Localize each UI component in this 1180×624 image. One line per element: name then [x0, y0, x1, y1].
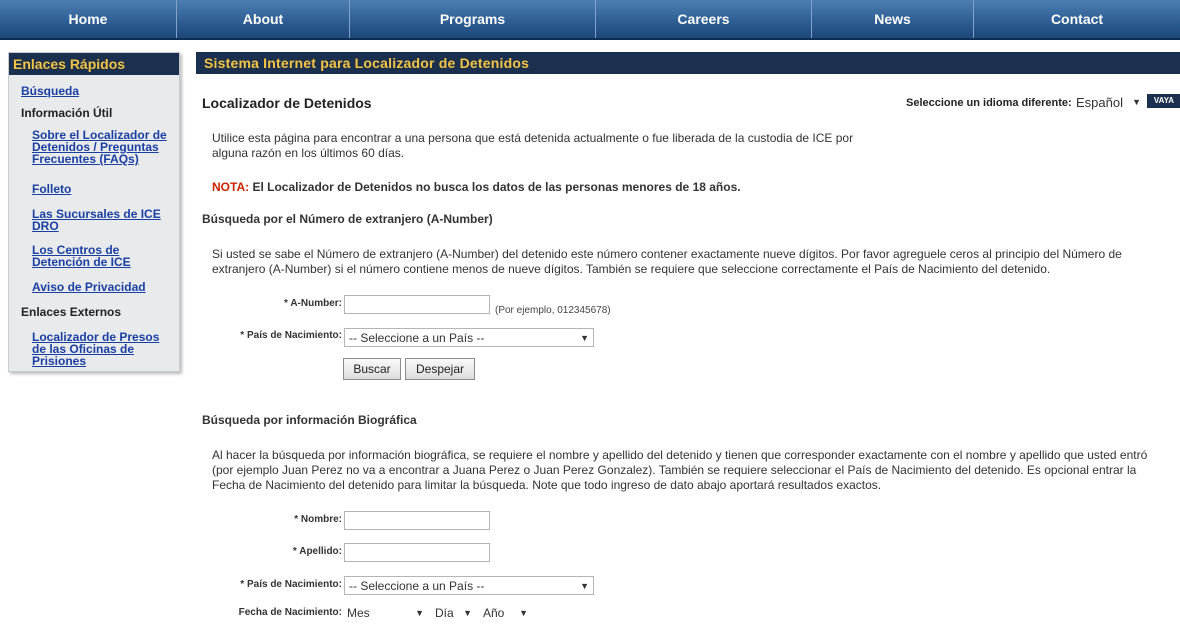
- language-select-value: Español: [1076, 94, 1123, 110]
- bio-country-label: * País de Nacimiento:: [240, 579, 342, 590]
- anumber-description: Si usted se sabe el Número de extranjero…: [212, 247, 1122, 276]
- first-name-label: * Nombre:: [294, 514, 342, 525]
- dob-day-value: Día: [435, 606, 454, 620]
- dob-day-select[interactable]: Día ▼: [432, 604, 476, 622]
- sidebar-quick-links: Enlaces Rápidos Búsqueda Información Úti…: [8, 52, 180, 372]
- sidebar-heading-external: Enlaces Externos: [21, 305, 122, 319]
- anumber-country-select[interactable]: -- Seleccione a un País -- ▼: [344, 328, 594, 347]
- chevron-down-icon: ▼: [463, 608, 472, 618]
- anumber-example: (Por ejemplo, 012345678): [495, 305, 611, 316]
- page-title: Localizador de Detenidos: [202, 95, 372, 111]
- dob-month-select[interactable]: Mes ▼: [344, 604, 428, 622]
- sidebar-title: Enlaces Rápidos: [9, 53, 179, 75]
- dob-month-value: Mes: [347, 606, 370, 620]
- main-header-bar: Sistema Internet para Localizador de Det…: [196, 52, 1180, 74]
- nav-home[interactable]: Home: [0, 0, 177, 38]
- nav-contact[interactable]: Contact: [974, 0, 1180, 38]
- sidebar-link-faqs[interactable]: Sobre el Localizador de Detenidos / Preg…: [32, 129, 172, 165]
- bio-section-title: Búsqueda por información Biográfica: [202, 413, 417, 427]
- sidebar-link-sucursales[interactable]: Las Sucursales de ICE DRO: [32, 208, 172, 232]
- sidebar-heading-info: Información Útil: [21, 106, 113, 120]
- chevron-down-icon: ▼: [580, 580, 589, 591]
- chevron-down-icon: ▼: [1132, 97, 1141, 107]
- anumber-country-label: * País de Nacimiento:: [240, 330, 342, 341]
- sidebar-link-busqueda[interactable]: Búsqueda: [21, 84, 79, 98]
- anumber-section-title: Búsqueda por el Número de extranjero (A-…: [202, 212, 493, 226]
- dob-year-value: Año: [483, 606, 505, 620]
- first-name-input[interactable]: [344, 511, 490, 530]
- sidebar-link-centros[interactable]: Los Centros de Detención de ICE: [32, 244, 172, 268]
- anumber-input[interactable]: [344, 295, 490, 314]
- sidebar-link-privacidad[interactable]: Aviso de Privacidad: [32, 281, 172, 293]
- chevron-down-icon: ▼: [415, 608, 424, 618]
- chevron-down-icon: ▼: [519, 608, 528, 618]
- note-text: NOTA: El Localizador de Detenidos no bus…: [212, 180, 741, 194]
- search-button[interactable]: Buscar: [343, 358, 401, 380]
- last-name-input[interactable]: [344, 543, 490, 562]
- nav-news[interactable]: News: [812, 0, 974, 38]
- intro-text: Utilice esta página para encontrar a una…: [212, 131, 854, 160]
- dob-label: Fecha de Nacimiento:: [238, 607, 342, 618]
- chevron-down-icon: ▼: [580, 332, 589, 343]
- language-go-button[interactable]: VAYA: [1147, 94, 1180, 108]
- nav-careers[interactable]: Careers: [596, 0, 812, 38]
- dob-year-select[interactable]: Año ▼: [480, 604, 532, 622]
- note-body: El Localizador de Detenidos no busca los…: [249, 180, 741, 194]
- bio-description: Al hacer la búsqueda por información bio…: [212, 448, 1148, 492]
- anumber-country-value: -- Seleccione a un País --: [349, 330, 485, 345]
- clear-button[interactable]: Despejar: [405, 358, 475, 380]
- nav-programs[interactable]: Programs: [350, 0, 596, 38]
- anumber-label: * A-Number:: [284, 298, 342, 309]
- bio-country-value: -- Seleccione a un País --: [349, 578, 485, 593]
- last-name-label: * Apellido:: [292, 546, 342, 557]
- bio-country-select[interactable]: -- Seleccione a un País -- ▼: [344, 576, 594, 595]
- note-prefix: NOTA:: [212, 180, 250, 194]
- sidebar-link-presos[interactable]: Localizador de Presos de las Oficinas de…: [32, 331, 172, 367]
- language-label: Seleccione un idioma diferente:: [906, 97, 1072, 109]
- nav-about[interactable]: About: [177, 0, 350, 38]
- sidebar-link-folleto[interactable]: Folleto: [32, 183, 172, 195]
- language-select[interactable]: Español ▼: [1073, 92, 1145, 112]
- top-navigation: Home About Programs Careers News Contact: [0, 0, 1180, 40]
